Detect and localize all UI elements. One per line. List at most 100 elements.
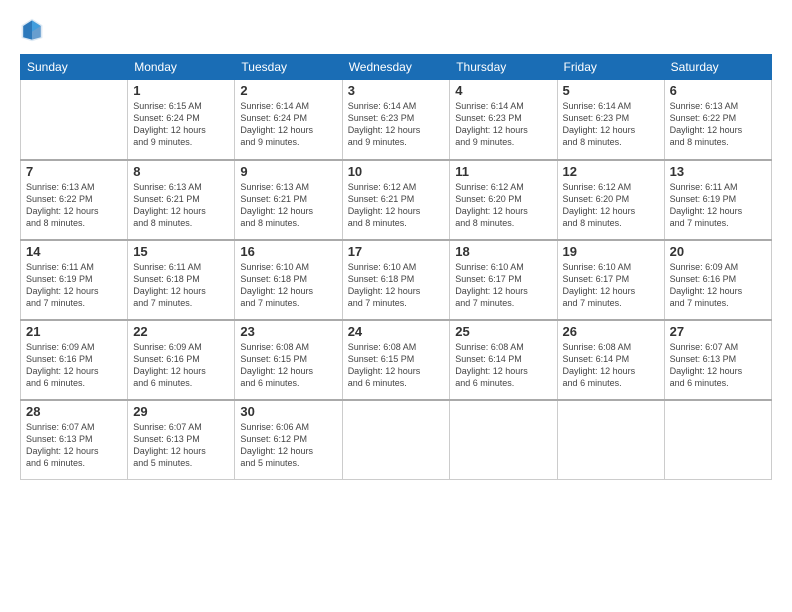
day-number: 2 bbox=[240, 83, 336, 98]
day-info: Sunrise: 6:12 AMSunset: 6:20 PMDaylight:… bbox=[455, 181, 551, 230]
day-number: 19 bbox=[563, 244, 659, 259]
calendar: SundayMondayTuesdayWednesdayThursdayFrid… bbox=[20, 54, 772, 480]
calendar-cell: 13 Sunrise: 6:11 AMSunset: 6:19 PMDayligh… bbox=[664, 160, 771, 240]
day-number: 5 bbox=[563, 83, 659, 98]
calendar-cell: 26 Sunrise: 6:08 AMSunset: 6:14 PMDayligh… bbox=[557, 320, 664, 400]
calendar-cell: 20Sunrise: 6:09 AMSunset: 6:16 PMDayligh… bbox=[664, 240, 771, 320]
day-info: Sunrise: 6:11 AMSunset: 6:19 PMDaylight:… bbox=[26, 261, 122, 310]
day-number: 13 bbox=[670, 164, 766, 179]
week-row-0: 1 Sunrise: 6:15 AMSunset: 6:24 PMDaylight… bbox=[21, 80, 772, 160]
day-info: Sunrise: 6:08 AMSunset: 6:14 PMDaylight:… bbox=[455, 341, 551, 390]
calendar-cell: 30 Sunrise: 6:06 AMSunset: 6:12 PMDayligh… bbox=[235, 400, 342, 480]
day-info: Sunrise: 6:12 AMSunset: 6:21 PMDaylight:… bbox=[348, 181, 445, 230]
calendar-cell: 12Sunrise: 6:12 AMSunset: 6:20 PMDayligh… bbox=[557, 160, 664, 240]
day-number: 21 bbox=[26, 324, 122, 339]
day-info: Sunrise: 6:08 AMSunset: 6:14 PMDaylight:… bbox=[563, 341, 659, 390]
day-number: 7 bbox=[26, 164, 122, 179]
day-number: 4 bbox=[455, 83, 551, 98]
calendar-cell: 22 Sunrise: 6:09 AMSunset: 6:16 PMDayligh… bbox=[128, 320, 235, 400]
calendar-cell: 7 Sunrise: 6:13 AMSunset: 6:22 PMDaylight… bbox=[21, 160, 128, 240]
day-info: Sunrise: 6:13 AMSunset: 6:21 PMDaylight:… bbox=[240, 181, 336, 230]
day-number: 10 bbox=[348, 164, 445, 179]
calendar-cell: 6Sunrise: 6:13 AMSunset: 6:22 PMDaylight… bbox=[664, 80, 771, 160]
day-info: Sunrise: 6:09 AMSunset: 6:16 PMDaylight:… bbox=[26, 341, 122, 390]
calendar-cell: 9 Sunrise: 6:13 AMSunset: 6:21 PMDaylight… bbox=[235, 160, 342, 240]
day-number: 25 bbox=[455, 324, 551, 339]
calendar-cell: 25 Sunrise: 6:08 AMSunset: 6:14 PMDayligh… bbox=[450, 320, 557, 400]
day-info: Sunrise: 6:08 AMSunset: 6:15 PMDaylight:… bbox=[348, 341, 445, 390]
calendar-cell: 5 Sunrise: 6:14 AMSunset: 6:23 PMDaylight… bbox=[557, 80, 664, 160]
day-number: 8 bbox=[133, 164, 229, 179]
day-number: 23 bbox=[240, 324, 336, 339]
day-info: Sunrise: 6:11 AMSunset: 6:19 PMDaylight:… bbox=[670, 181, 766, 230]
day-number: 14 bbox=[26, 244, 122, 259]
week-row-4: 28 Sunrise: 6:07 AMSunset: 6:13 PMDayligh… bbox=[21, 400, 772, 480]
day-number: 1 bbox=[133, 83, 229, 98]
day-info: Sunrise: 6:09 AMSunset: 6:16 PMDaylight:… bbox=[133, 341, 229, 390]
day-number: 26 bbox=[563, 324, 659, 339]
day-number: 3 bbox=[348, 83, 445, 98]
calendar-cell: 3 Sunrise: 6:14 AMSunset: 6:23 PMDaylight… bbox=[342, 80, 450, 160]
day-number: 6 bbox=[670, 83, 766, 98]
col-header-wednesday: Wednesday bbox=[342, 55, 450, 80]
day-info: Sunrise: 6:10 AMSunset: 6:17 PMDaylight:… bbox=[455, 261, 551, 310]
week-row-2: 14 Sunrise: 6:11 AMSunset: 6:19 PMDayligh… bbox=[21, 240, 772, 320]
calendar-cell: 28 Sunrise: 6:07 AMSunset: 6:13 PMDayligh… bbox=[21, 400, 128, 480]
calendar-cell: 29Sunrise: 6:07 AMSunset: 6:13 PMDayligh… bbox=[128, 400, 235, 480]
week-row-1: 7 Sunrise: 6:13 AMSunset: 6:22 PMDaylight… bbox=[21, 160, 772, 240]
day-number: 16 bbox=[240, 244, 336, 259]
calendar-cell: 14 Sunrise: 6:11 AMSunset: 6:19 PMDayligh… bbox=[21, 240, 128, 320]
calendar-cell: 24Sunrise: 6:08 AMSunset: 6:15 PMDayligh… bbox=[342, 320, 450, 400]
calendar-cell: 8 Sunrise: 6:13 AMSunset: 6:21 PMDaylight… bbox=[128, 160, 235, 240]
day-number: 30 bbox=[240, 404, 336, 419]
calendar-cell: 1 Sunrise: 6:15 AMSunset: 6:24 PMDaylight… bbox=[128, 80, 235, 160]
day-info: Sunrise: 6:13 AMSunset: 6:21 PMDaylight:… bbox=[133, 181, 229, 230]
day-info: Sunrise: 6:06 AMSunset: 6:12 PMDaylight:… bbox=[240, 421, 336, 470]
col-header-monday: Monday bbox=[128, 55, 235, 80]
calendar-cell: 19 Sunrise: 6:10 AMSunset: 6:17 PMDayligh… bbox=[557, 240, 664, 320]
calendar-cell: 15Sunrise: 6:11 AMSunset: 6:18 PMDayligh… bbox=[128, 240, 235, 320]
calendar-cell: 10 Sunrise: 6:12 AMSunset: 6:21 PMDayligh… bbox=[342, 160, 450, 240]
day-info: Sunrise: 6:14 AMSunset: 6:23 PMDaylight:… bbox=[563, 100, 659, 149]
day-info: Sunrise: 6:10 AMSunset: 6:17 PMDaylight:… bbox=[563, 261, 659, 310]
day-info: Sunrise: 6:14 AMSunset: 6:24 PMDaylight:… bbox=[240, 100, 336, 149]
day-number: 29 bbox=[133, 404, 229, 419]
day-info: Sunrise: 6:10 AMSunset: 6:18 PMDaylight:… bbox=[240, 261, 336, 310]
day-number: 27 bbox=[670, 324, 766, 339]
header-row: SundayMondayTuesdayWednesdayThursdayFrid… bbox=[21, 55, 772, 80]
calendar-cell bbox=[557, 400, 664, 480]
calendar-cell: 11 Sunrise: 6:12 AMSunset: 6:20 PMDayligh… bbox=[450, 160, 557, 240]
day-info: Sunrise: 6:10 AMSunset: 6:18 PMDaylight:… bbox=[348, 261, 445, 310]
logo bbox=[20, 16, 46, 44]
day-number: 9 bbox=[240, 164, 336, 179]
calendar-cell: 2 Sunrise: 6:14 AMSunset: 6:24 PMDaylight… bbox=[235, 80, 342, 160]
col-header-friday: Friday bbox=[557, 55, 664, 80]
calendar-cell: 21 Sunrise: 6:09 AMSunset: 6:16 PMDayligh… bbox=[21, 320, 128, 400]
day-number: 11 bbox=[455, 164, 551, 179]
col-header-tuesday: Tuesday bbox=[235, 55, 342, 80]
day-info: Sunrise: 6:14 AMSunset: 6:23 PMDaylight:… bbox=[348, 100, 445, 149]
day-info: Sunrise: 6:13 AMSunset: 6:22 PMDaylight:… bbox=[26, 181, 122, 230]
calendar-cell: 17 Sunrise: 6:10 AMSunset: 6:18 PMDayligh… bbox=[342, 240, 450, 320]
col-header-sunday: Sunday bbox=[21, 55, 128, 80]
week-row-3: 21 Sunrise: 6:09 AMSunset: 6:16 PMDayligh… bbox=[21, 320, 772, 400]
page: SundayMondayTuesdayWednesdayThursdayFrid… bbox=[0, 0, 792, 612]
day-number: 12 bbox=[563, 164, 659, 179]
day-number: 22 bbox=[133, 324, 229, 339]
day-info: Sunrise: 6:08 AMSunset: 6:15 PMDaylight:… bbox=[240, 341, 336, 390]
day-info: Sunrise: 6:07 AMSunset: 6:13 PMDaylight:… bbox=[26, 421, 122, 470]
day-number: 20 bbox=[670, 244, 766, 259]
calendar-cell: 4Sunrise: 6:14 AMSunset: 6:23 PMDaylight… bbox=[450, 80, 557, 160]
day-number: 17 bbox=[348, 244, 445, 259]
calendar-cell: 27Sunrise: 6:07 AMSunset: 6:13 PMDayligh… bbox=[664, 320, 771, 400]
calendar-cell bbox=[450, 400, 557, 480]
calendar-cell bbox=[342, 400, 450, 480]
day-info: Sunrise: 6:15 AMSunset: 6:24 PMDaylight:… bbox=[133, 100, 229, 149]
col-header-saturday: Saturday bbox=[664, 55, 771, 80]
header bbox=[20, 16, 772, 44]
calendar-cell bbox=[664, 400, 771, 480]
day-info: Sunrise: 6:11 AMSunset: 6:18 PMDaylight:… bbox=[133, 261, 229, 310]
day-number: 18 bbox=[455, 244, 551, 259]
calendar-cell: 23 Sunrise: 6:08 AMSunset: 6:15 PMDayligh… bbox=[235, 320, 342, 400]
day-number: 28 bbox=[26, 404, 122, 419]
